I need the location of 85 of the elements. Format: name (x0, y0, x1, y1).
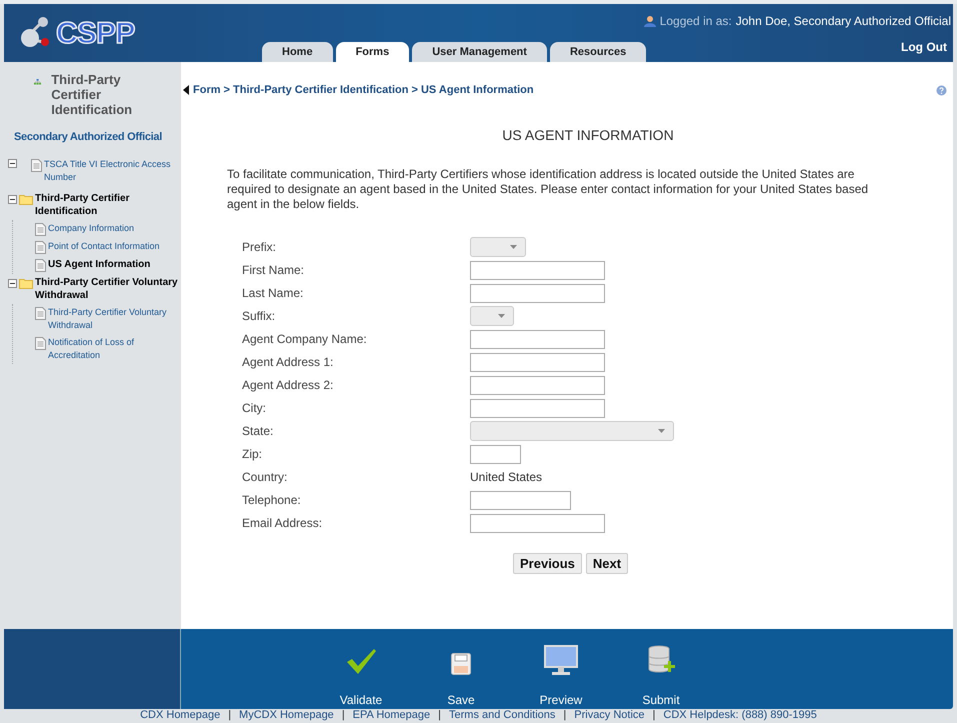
nav-tab[interactable]: Resources (550, 42, 646, 62)
tree-item[interactable]: TSCA Title VI Electronic Access Number (44, 158, 179, 184)
field-label: City: (242, 400, 267, 417)
footer-link[interactable]: Privacy Notice (574, 710, 645, 721)
tree-item[interactable]: Notification of Loss of Accreditation (48, 336, 179, 362)
text-field[interactable] (470, 352, 605, 372)
toolbar-button[interactable]: Validate (331, 647, 391, 709)
footer-link[interactable]: CDX Helpdesk: (888) 890-1995 (663, 710, 817, 721)
nav-button[interactable]: Next (586, 552, 628, 574)
tree-item[interactable]: Third-Party Certifier Voluntary Withdrawal (48, 306, 179, 332)
field-label: Prefix: (242, 239, 278, 256)
nav-button[interactable]: Previous (513, 552, 582, 574)
field-label: Agent Address 2: (242, 377, 334, 394)
text-field[interactable] (470, 514, 605, 532)
text-field[interactable] (470, 376, 605, 394)
logout-link[interactable]: Log Out (901, 38, 953, 62)
field-label: Suffix: (242, 308, 276, 325)
login-label: Logged in as: (660, 13, 732, 30)
folder-icon (19, 278, 33, 288)
monitor-icon (544, 645, 578, 675)
caret-icon (498, 314, 505, 318)
field-label: Telephone: (242, 492, 302, 509)
text-field[interactable] (470, 330, 605, 348)
user-name: John Doe, Secondary Authorized Official (736, 13, 951, 30)
breadcrumb[interactable]: Form > Third-Party Certifier Identification > US Agent Information (193, 82, 534, 98)
document-icon (35, 336, 46, 350)
footer-link[interactable]: MyCDX Homepage (239, 710, 334, 721)
field-label: State: (242, 423, 274, 440)
logo-text: CSPP (56, 16, 135, 52)
text-field[interactable] (470, 398, 605, 418)
database-add-icon (647, 645, 675, 675)
link-separator: | (652, 710, 656, 721)
field-label: Zip: (242, 446, 264, 463)
collapse-toggle[interactable] (8, 278, 17, 288)
dropdown-field[interactable] (470, 306, 514, 326)
dropdown-field[interactable] (470, 237, 526, 257)
caret-icon (658, 429, 665, 433)
collapse-arrow-icon (183, 85, 189, 96)
help-icon[interactable] (936, 84, 947, 96)
folder-icon (19, 194, 33, 204)
page-heading: US AGENT INFORMATION (501, 126, 675, 144)
field-label: First Name: (242, 262, 306, 279)
text-field[interactable] (470, 490, 571, 510)
nav-tab[interactable]: Forms (336, 42, 410, 62)
link-separator: | (228, 710, 232, 721)
dropdown-field[interactable] (470, 421, 674, 441)
user-icon (644, 16, 656, 26)
document-icon (31, 158, 42, 172)
tree-item[interactable]: Company Information (48, 222, 134, 234)
tree-item[interactable]: Point of Contact Information (48, 240, 160, 252)
checkmark-icon (345, 647, 377, 675)
toolbar-button[interactable]: Preview (531, 645, 591, 709)
text-field[interactable] (470, 444, 521, 464)
document-icon (35, 258, 46, 272)
field-label: Agent Address 1: (242, 354, 334, 371)
intro-paragraph: To facilitate communication, Third-Party Certifiers whose identification address is located outside the United States are required to designate an agent based in the United States. Please enter contact information for your United States based agent in the below fields. (227, 166, 870, 212)
toolbar-button[interactable]: Submit (631, 645, 691, 709)
tree-folder[interactable]: Third-Party Certifier Voluntary Withdrawal (35, 276, 179, 302)
document-icon (35, 222, 46, 236)
link-separator: | (438, 710, 441, 721)
tree-folder[interactable]: Third-Party Certifier Identification (35, 192, 179, 218)
field-value: United States (470, 469, 542, 486)
collapse-toggle[interactable] (8, 158, 17, 168)
tree-item[interactable]: US Agent Information (48, 258, 150, 270)
link-separator: | (563, 710, 566, 721)
nav-tab[interactable]: User Management (412, 42, 547, 62)
nav-tab[interactable]: Home (262, 42, 333, 62)
footer-link[interactable]: Terms and Conditions (449, 710, 556, 721)
link-separator: | (342, 710, 345, 721)
collapse-toggle[interactable] (8, 194, 17, 204)
text-field[interactable] (470, 260, 605, 280)
role-label: Secondary Authorized Official (13, 130, 163, 145)
field-label: Agent Company Name: (242, 331, 368, 348)
footer-link[interactable]: CDX Homepage (140, 710, 220, 721)
document-icon (35, 306, 46, 320)
text-field[interactable] (470, 284, 605, 302)
field-label: Country: (242, 469, 288, 486)
sidebar-title: Third-Party Certifier Identification (51, 72, 134, 117)
document-icon (35, 240, 46, 254)
field-label: Last Name: (242, 285, 304, 302)
molecule-logo-icon (18, 16, 52, 50)
field-label: Email Address: (242, 515, 324, 532)
footer-link[interactable]: EPA Homepage (352, 710, 430, 721)
caret-icon (510, 245, 517, 249)
toolbar-button[interactable]: Save (431, 653, 491, 709)
